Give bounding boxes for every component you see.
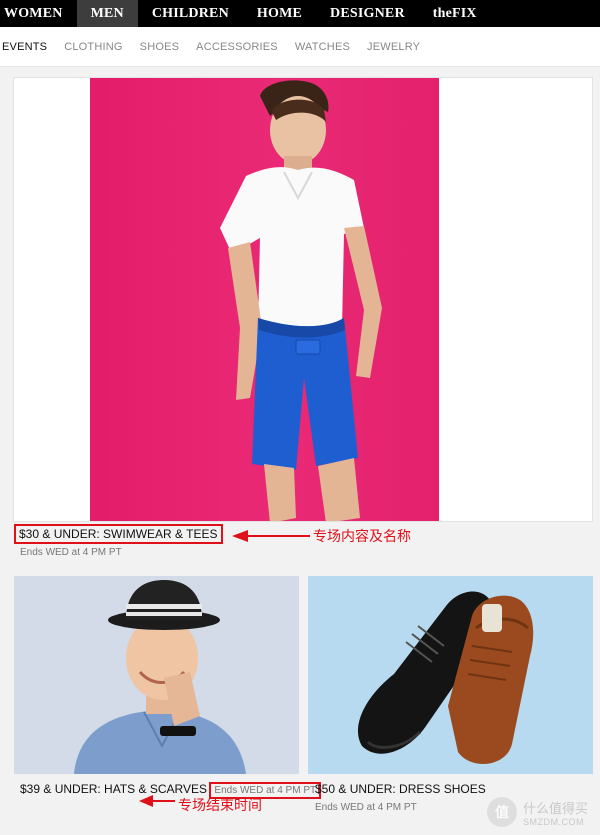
sub-nav-shoes[interactable]: SHOES xyxy=(140,41,180,53)
top-nav-women[interactable]: WOMEN xyxy=(0,0,77,27)
sub-nav-jewelry[interactable]: JEWELRY xyxy=(367,41,420,53)
watermark-cn: 什么值得买 xyxy=(522,801,588,817)
top-nav-men[interactable]: MEN xyxy=(76,0,138,27)
sub-nav: EVENTS CLOTHING SHOES ACCESSORIES WATCHE… xyxy=(0,27,600,67)
event-ends: Ends WED at 4 PM PT xyxy=(315,802,417,813)
event-title[interactable]: $30 & UNDER: SWIMWEAR & TEES xyxy=(14,524,223,544)
event-caption-swimwear: $30 & UNDER: SWIMWEAR & TEES Ends WED at… xyxy=(14,524,223,558)
event-card-hats[interactable] xyxy=(14,576,299,774)
annotation-arrow-icon xyxy=(139,795,175,807)
event-title[interactable]: $39 & UNDER: HATS & SCARVES xyxy=(20,782,207,796)
sub-nav-watches[interactable]: WATCHES xyxy=(295,41,350,53)
watermark: 值 什么值得买 SMZDM.COM xyxy=(486,797,588,827)
top-nav: WOMEN MEN CHILDREN HOME DESIGNER theFIX xyxy=(0,0,600,27)
event-caption-shoes: $50 & UNDER: DRESS SHOES Ends WED at 4 P… xyxy=(315,780,486,813)
top-nav-children[interactable]: CHILDREN xyxy=(138,0,243,27)
sub-nav-accessories[interactable]: ACCESSORIES xyxy=(196,41,278,53)
top-nav-thefix[interactable]: theFIX xyxy=(419,0,491,27)
event-card-shoes[interactable] xyxy=(308,576,593,774)
watermark-logo-icon: 值 xyxy=(486,797,517,827)
shoes-product-image xyxy=(308,576,593,774)
annotation-end-time: 专场结束时间 xyxy=(178,798,262,814)
event-card-swimwear[interactable] xyxy=(13,77,593,522)
annotation-arrow-icon xyxy=(232,530,310,542)
hats-model-image xyxy=(14,576,299,774)
sub-nav-events[interactable]: EVENTS xyxy=(2,41,47,53)
event-ends: Ends WED at 4 PM PT xyxy=(20,547,122,558)
sub-nav-clothing[interactable]: CLOTHING xyxy=(64,41,122,53)
hero-model-image xyxy=(220,80,382,521)
top-nav-designer[interactable]: DESIGNER xyxy=(316,0,419,27)
top-nav-home[interactable]: HOME xyxy=(243,0,316,27)
watermark-en: SMZDM.COM xyxy=(522,816,584,827)
event-title[interactable]: $50 & UNDER: DRESS SHOES xyxy=(315,782,486,796)
annotation-event-name: 专场内容及名称 xyxy=(313,529,411,545)
